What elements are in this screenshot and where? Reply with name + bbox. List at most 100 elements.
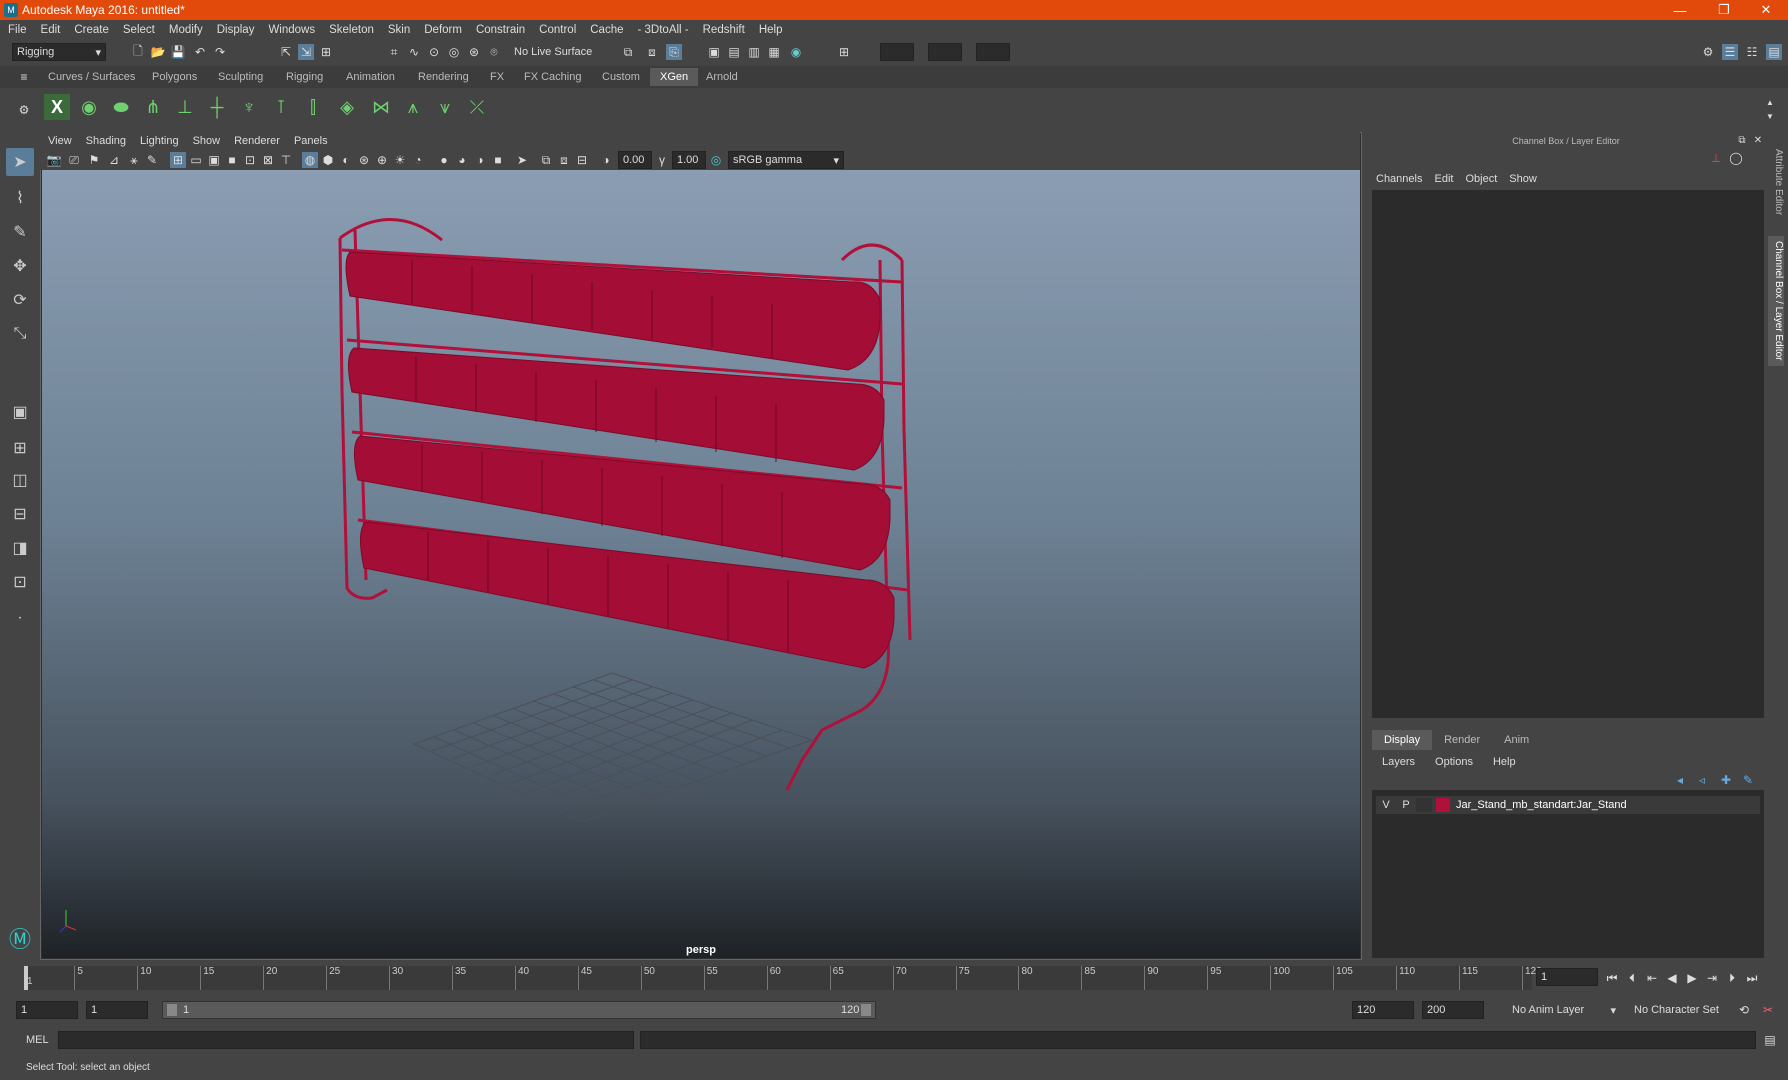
animation-preferences-icon[interactable]: ✂ [1760,1002,1776,1018]
select-object-icon[interactable]: ⇲ [298,44,314,60]
range-slider[interactable]: 1 120 [162,1001,876,1019]
anti-aliasing-icon[interactable]: ◑ [472,152,488,168]
film-gate-icon[interactable]: ⚹ [126,152,142,168]
tab-animation[interactable]: Animation [336,68,405,86]
exposure-icon[interactable]: ◑ [598,152,614,168]
tab-rendering[interactable]: Rendering [408,68,479,86]
new-layer-icon[interactable]: ✚ [1718,772,1734,788]
shelf-scroll-down-icon[interactable]: ▼ [1762,108,1778,124]
new-layer-selected-icon[interactable]: ✎ [1740,772,1756,788]
tab-channel-box-layer-editor[interactable]: Channel Box / Layer Editor [1768,236,1784,366]
xgen-preview-icon[interactable]: ◉ [76,94,102,120]
playback-start-field[interactable]: 1 [86,1001,148,1019]
menu-help[interactable]: Help [759,24,783,36]
select-tool-icon[interactable]: ➤ [6,148,34,176]
wireframe-icon[interactable]: ◍ [302,152,318,168]
snap-grid-icon[interactable]: ⌗ [386,44,402,60]
menu-cache[interactable]: Cache [590,24,623,36]
minimize-button[interactable]: — [1660,0,1700,20]
undo-icon[interactable]: ↶ [192,44,208,60]
script-editor-icon[interactable]: ▤ [1762,1032,1778,1048]
scale-tool-icon[interactable]: ⤡ [6,320,34,348]
tab-display[interactable]: Display [1372,730,1433,750]
tab-curves-surfaces[interactable]: Curves / Surfaces [38,68,145,86]
pen-icon[interactable]: ✎ [144,152,160,168]
safe-action-icon[interactable]: ⊡ [242,152,258,168]
render-current-frame-icon[interactable]: ▣ [706,44,722,60]
tab-rigging[interactable]: Rigging [276,68,333,86]
xgen-delete-guides-icon[interactable]: ⤫ [464,94,490,120]
layer-visibility-toggle[interactable]: V [1376,799,1396,811]
shelf-settings-icon[interactable]: ⚙ [16,102,32,118]
attribute-editor-toggle-icon[interactable]: ☰ [1722,44,1738,60]
textured-icon[interactable]: ⊛ [356,152,372,168]
xgen-guide-length-icon[interactable]: ⫿ [300,94,326,120]
move-tool-icon[interactable]: ✥ [6,252,34,280]
menu-3dtoall[interactable]: - 3DtoAll - [638,24,689,36]
step-forward-frame-icon[interactable]: ⏵ [1724,970,1740,986]
xray-joints-icon[interactable]: ⧈ [556,152,572,168]
two-panes-layout-icon[interactable]: ◫ [6,466,34,494]
viewport-menu-renderer[interactable]: Renderer [234,135,280,147]
camera-attributes-icon[interactable]: ⎚ [66,152,82,168]
tab-arnold[interactable]: Arnold [696,68,748,86]
go-to-start-icon[interactable]: ⏮ [1604,970,1620,986]
command-input[interactable] [58,1031,634,1049]
menuset-dropdown[interactable]: Rigging ▾ [12,43,106,61]
live-surface-field[interactable]: No Live Surface [510,43,602,61]
move-layer-up-icon[interactable]: ◂ [1672,772,1688,788]
time-slider[interactable]: 1 5 10 15 20 25 30 35 40 45 50 55 60 65 70 75 80 85 90 95 10… [24,966,1542,990]
new-scene-icon[interactable]: 🗋 [130,44,146,60]
xgen-sculpt-guides-icon[interactable]: ♆ [236,94,262,120]
rotate-tool-icon[interactable]: ⟳ [6,286,34,314]
hypershade-icon[interactable]: ▦ [766,44,782,60]
layer-display-type-toggle[interactable] [1416,798,1432,812]
menu-edit[interactable]: Edit [41,24,61,36]
layer-name[interactable]: Jar_Stand_mb_standart:Jar_Stand [1456,799,1627,811]
toolbox-more-icon[interactable]: · [6,604,34,632]
snap-curve-icon[interactable]: ∿ [406,44,422,60]
layer-menu-options[interactable]: Options [1435,756,1473,768]
step-back-key-icon[interactable]: ⇤ [1644,970,1660,986]
xgen-layers-icon[interactable]: ◈ [334,94,360,120]
xgen-grooming-icon[interactable]: ⋔ [140,94,166,120]
animation-end-field[interactable]: 200 [1422,1001,1484,1019]
default-material-icon[interactable]: ◐ [338,152,354,168]
xgen-add-guide-icon[interactable]: ┼ [204,94,230,120]
maya-home-icon[interactable]: Ⓜ [6,924,34,952]
close-button[interactable]: ✕ [1746,0,1786,20]
resolution-gate-icon[interactable]: ▭ [188,152,204,168]
render-settings-icon[interactable]: ▥ [746,44,762,60]
gate-mask-icon[interactable]: ▣ [206,152,222,168]
character-set-dropdown[interactable]: No Character Set [1630,1001,1734,1019]
depth-of-field-icon[interactable]: ■ [490,152,506,168]
tab-fx-caching[interactable]: FX Caching [514,68,591,86]
shelf-menu-icon[interactable]: ≡ [16,69,32,85]
save-scene-icon[interactable]: 💾 [170,44,186,60]
maximize-button[interactable]: ❐ [1704,0,1744,20]
four-view-layout-icon[interactable]: ⊞ [6,434,34,462]
camera-select-icon[interactable]: 📷 [46,152,62,168]
scene-canvas[interactable] [42,170,1360,940]
paint-select-tool-icon[interactable]: ✎ [6,218,34,246]
redo-icon[interactable]: ↷ [212,44,228,60]
isolate-select-icon[interactable]: ➤ [514,152,530,168]
bookmark-icon[interactable]: ⚑ [86,152,102,168]
shadows-icon[interactable]: ◔ [410,152,426,168]
xgen-lock-guides-icon[interactable]: ⊺ [268,94,294,120]
menu-modify[interactable]: Modify [169,24,203,36]
single-perspective-layout-icon[interactable]: ▣ [6,398,34,426]
playback-end-field[interactable]: 120 [1352,1001,1414,1019]
output-ops-icon[interactable]: ⧈ [644,44,660,60]
persp-graph-layout-icon[interactable]: ⊟ [6,500,34,528]
xray-icon[interactable]: ⧉ [538,152,554,168]
menu-display[interactable]: Display [217,24,255,36]
channel-box-toggle-icon[interactable]: ▤ [1766,44,1782,60]
color-space-dropdown[interactable]: sRGB gamma ▾ [728,151,844,169]
tab-polygons[interactable]: Polygons [142,68,207,86]
menu-file[interactable]: File [8,24,27,36]
tab-fx[interactable]: FX [480,68,514,86]
tab-xgen[interactable]: XGen [650,68,699,86]
select-hierarchy-icon[interactable]: ⇱ [278,44,294,60]
z-field[interactable] [976,43,1010,61]
